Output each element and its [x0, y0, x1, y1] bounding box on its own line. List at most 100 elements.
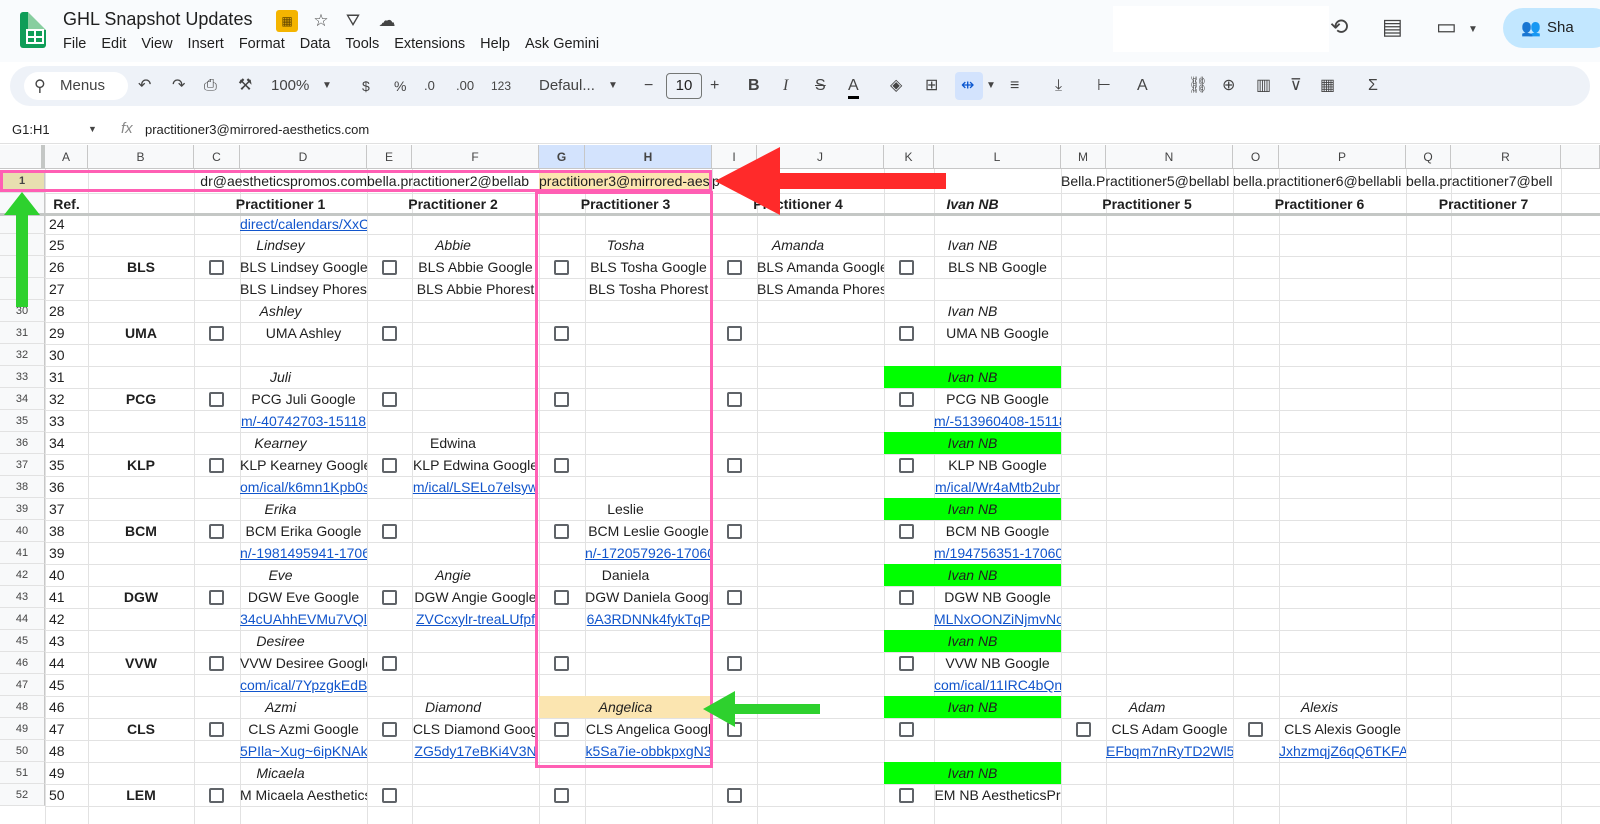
checkbox[interactable]	[899, 391, 914, 407]
cell-ref-number[interactable]: 32	[45, 388, 88, 410]
cell-calendar-google[interactable]: PCG Juli Google	[240, 388, 367, 410]
vertical-align-icon[interactable]: ⤓	[1055, 76, 1062, 96]
cell-ref-number[interactable]: 35	[45, 454, 88, 476]
cell-practitioner-name[interactable]	[712, 498, 884, 520]
checkbox[interactable]	[1076, 721, 1091, 737]
cell-calendar-google[interactable]	[412, 322, 539, 344]
cell-ref-number[interactable]: 45	[45, 674, 88, 696]
text-color-button[interactable]: A	[848, 76, 859, 99]
row-header[interactable]: 42	[0, 564, 45, 586]
cell-calendar-link[interactable]: ZG5dy17eBKi4V3N	[412, 740, 539, 762]
cell-group-code[interactable]: PCG	[88, 388, 194, 410]
formula-input[interactable]: practitioner3@mirrored-aesthetics.com	[145, 122, 369, 137]
col-header-r[interactable]: R	[1451, 145, 1561, 169]
row-header[interactable]: 35	[0, 410, 45, 432]
row-header[interactable]: 48	[0, 696, 45, 718]
cell-calendar-link[interactable]	[412, 542, 539, 564]
checkbox[interactable]	[727, 391, 742, 407]
move-drive-icon[interactable]: ⛛	[342, 10, 364, 32]
menu-help[interactable]: Help	[480, 36, 517, 52]
checkbox[interactable]	[209, 457, 224, 473]
cell-group-code[interactable]: KLP	[88, 454, 194, 476]
cell-ref-number[interactable]: 28	[45, 300, 88, 322]
text-rotation-icon[interactable]: A	[1137, 76, 1148, 96]
cell-calendar-link[interactable]: n/-1981495941-1706	[240, 542, 367, 564]
checkbox[interactable]	[727, 787, 742, 803]
row-header[interactable]: 44	[0, 608, 45, 630]
checkbox[interactable]	[899, 523, 914, 539]
col-header-d[interactable]: D	[240, 145, 367, 169]
cell-calendar-google[interactable]: CLS Alexis Google	[1279, 718, 1406, 740]
cell-calendar-link[interactable]	[757, 476, 884, 498]
cell-ref-number[interactable]: 24	[45, 214, 88, 234]
checkbox[interactable]	[727, 523, 742, 539]
bold-button[interactable]: B	[748, 76, 760, 96]
row-header[interactable]: 26	[0, 256, 45, 278]
cell-ref-number[interactable]: 49	[45, 762, 88, 784]
cell-calendar-google[interactable]	[757, 454, 884, 476]
cell-calendar-google[interactable]	[757, 520, 884, 542]
cell-practitioner-name[interactable]	[712, 696, 884, 718]
cell-calendar-google[interactable]	[585, 784, 712, 806]
cell-calendar-google[interactable]	[412, 652, 539, 674]
col-header-e[interactable]: E	[367, 145, 412, 169]
menu-extensions[interactable]: Extensions	[394, 36, 472, 52]
menu-insert[interactable]: Insert	[188, 36, 231, 52]
currency-button[interactable]: $	[362, 76, 370, 96]
cell-calendar-google[interactable]: KLP NB Google	[934, 454, 1061, 476]
cell-calendar-google[interactable]: UMA NB Google	[934, 322, 1061, 344]
cell-practitioner-name[interactable]: Ashley	[194, 300, 367, 322]
document-title[interactable]: GHL Snapshot Updates	[63, 9, 252, 30]
cell-calendar-link[interactable]: m/194756351-17060	[934, 542, 1061, 564]
menu-data[interactable]: Data	[300, 36, 338, 52]
cell-calendar-google[interactable]	[412, 388, 539, 410]
checkbox[interactable]	[382, 589, 397, 605]
cell-calendar-link[interactable]	[757, 344, 884, 366]
cell-ref-number[interactable]: 29	[45, 322, 88, 344]
row-header[interactable]: 36	[0, 432, 45, 454]
percent-button[interactable]: %	[394, 76, 406, 96]
header-practitioner-7[interactable]: Practitioner 7	[1406, 193, 1561, 215]
checkbox[interactable]	[382, 721, 397, 737]
select-all-corner[interactable]	[0, 145, 45, 169]
cell-calendar-google[interactable]: BLS Lindsey Google	[240, 256, 367, 278]
cell-practitioner-name[interactable]: Ivan NB	[884, 300, 1061, 322]
cell-ref-number[interactable]: 26	[45, 256, 88, 278]
zoom-select[interactable]: 100%	[271, 76, 309, 96]
comment-icon[interactable]: ▤	[1382, 14, 1403, 40]
frozen-rows-divider[interactable]	[0, 213, 1600, 216]
undo-icon[interactable]: ↶	[138, 76, 151, 96]
cell-calendar-link[interactable]	[240, 344, 367, 366]
row-header[interactable]: 49	[0, 718, 45, 740]
cell-calendar-link[interactable]: m/-513960408-15118	[934, 410, 1061, 432]
cell-practitioner-name[interactable]	[367, 762, 539, 784]
checkbox[interactable]	[382, 457, 397, 473]
menu-format[interactable]: Format	[239, 36, 292, 52]
cell-ref-number[interactable]: 41	[45, 586, 88, 608]
zoom-chevron-icon[interactable]: ▼	[322, 76, 332, 96]
cell-practitioner-name[interactable]: Ivan NB	[884, 762, 1061, 784]
cell-ref-number[interactable]: 33	[45, 410, 88, 432]
share-button[interactable]: Sha	[1503, 8, 1600, 48]
cell-practitioner-name[interactable]: Desiree	[194, 630, 367, 652]
cell-calendar-link[interactable]: m/ical/LSELo7elsyw	[412, 476, 539, 498]
cell-practitioner-name[interactable]: Diamond	[367, 696, 539, 718]
col-header-a[interactable]: A	[45, 145, 88, 169]
row-header[interactable]: 37	[0, 454, 45, 476]
cell-calendar-link[interactable]: om/ical/k6mn1Kpb0s	[240, 476, 367, 498]
cell-ref-number[interactable]: 40	[45, 564, 88, 586]
cell-ref-number[interactable]: 42	[45, 608, 88, 630]
checkbox[interactable]	[382, 787, 397, 803]
cell-group-code[interactable]: DGW	[88, 586, 194, 608]
cell-practitioner-name[interactable]: Abbie	[367, 234, 539, 256]
checkbox[interactable]	[899, 589, 914, 605]
print-icon[interactable]: ⎙	[204, 76, 217, 96]
cell-ref-header[interactable]: Ref.	[45, 193, 88, 215]
cell-practitioner-name[interactable]	[712, 366, 884, 388]
cell-ref-number[interactable]: 37	[45, 498, 88, 520]
borders-icon[interactable]: ⊞	[925, 76, 938, 96]
cell-practitioner-name[interactable]: Ivan NB	[884, 498, 1061, 520]
cell-practitioner-name[interactable]: Ivan NB	[884, 564, 1061, 586]
col-header-b[interactable]: B	[88, 145, 194, 169]
fill-color-icon[interactable]: ◈	[890, 76, 902, 96]
